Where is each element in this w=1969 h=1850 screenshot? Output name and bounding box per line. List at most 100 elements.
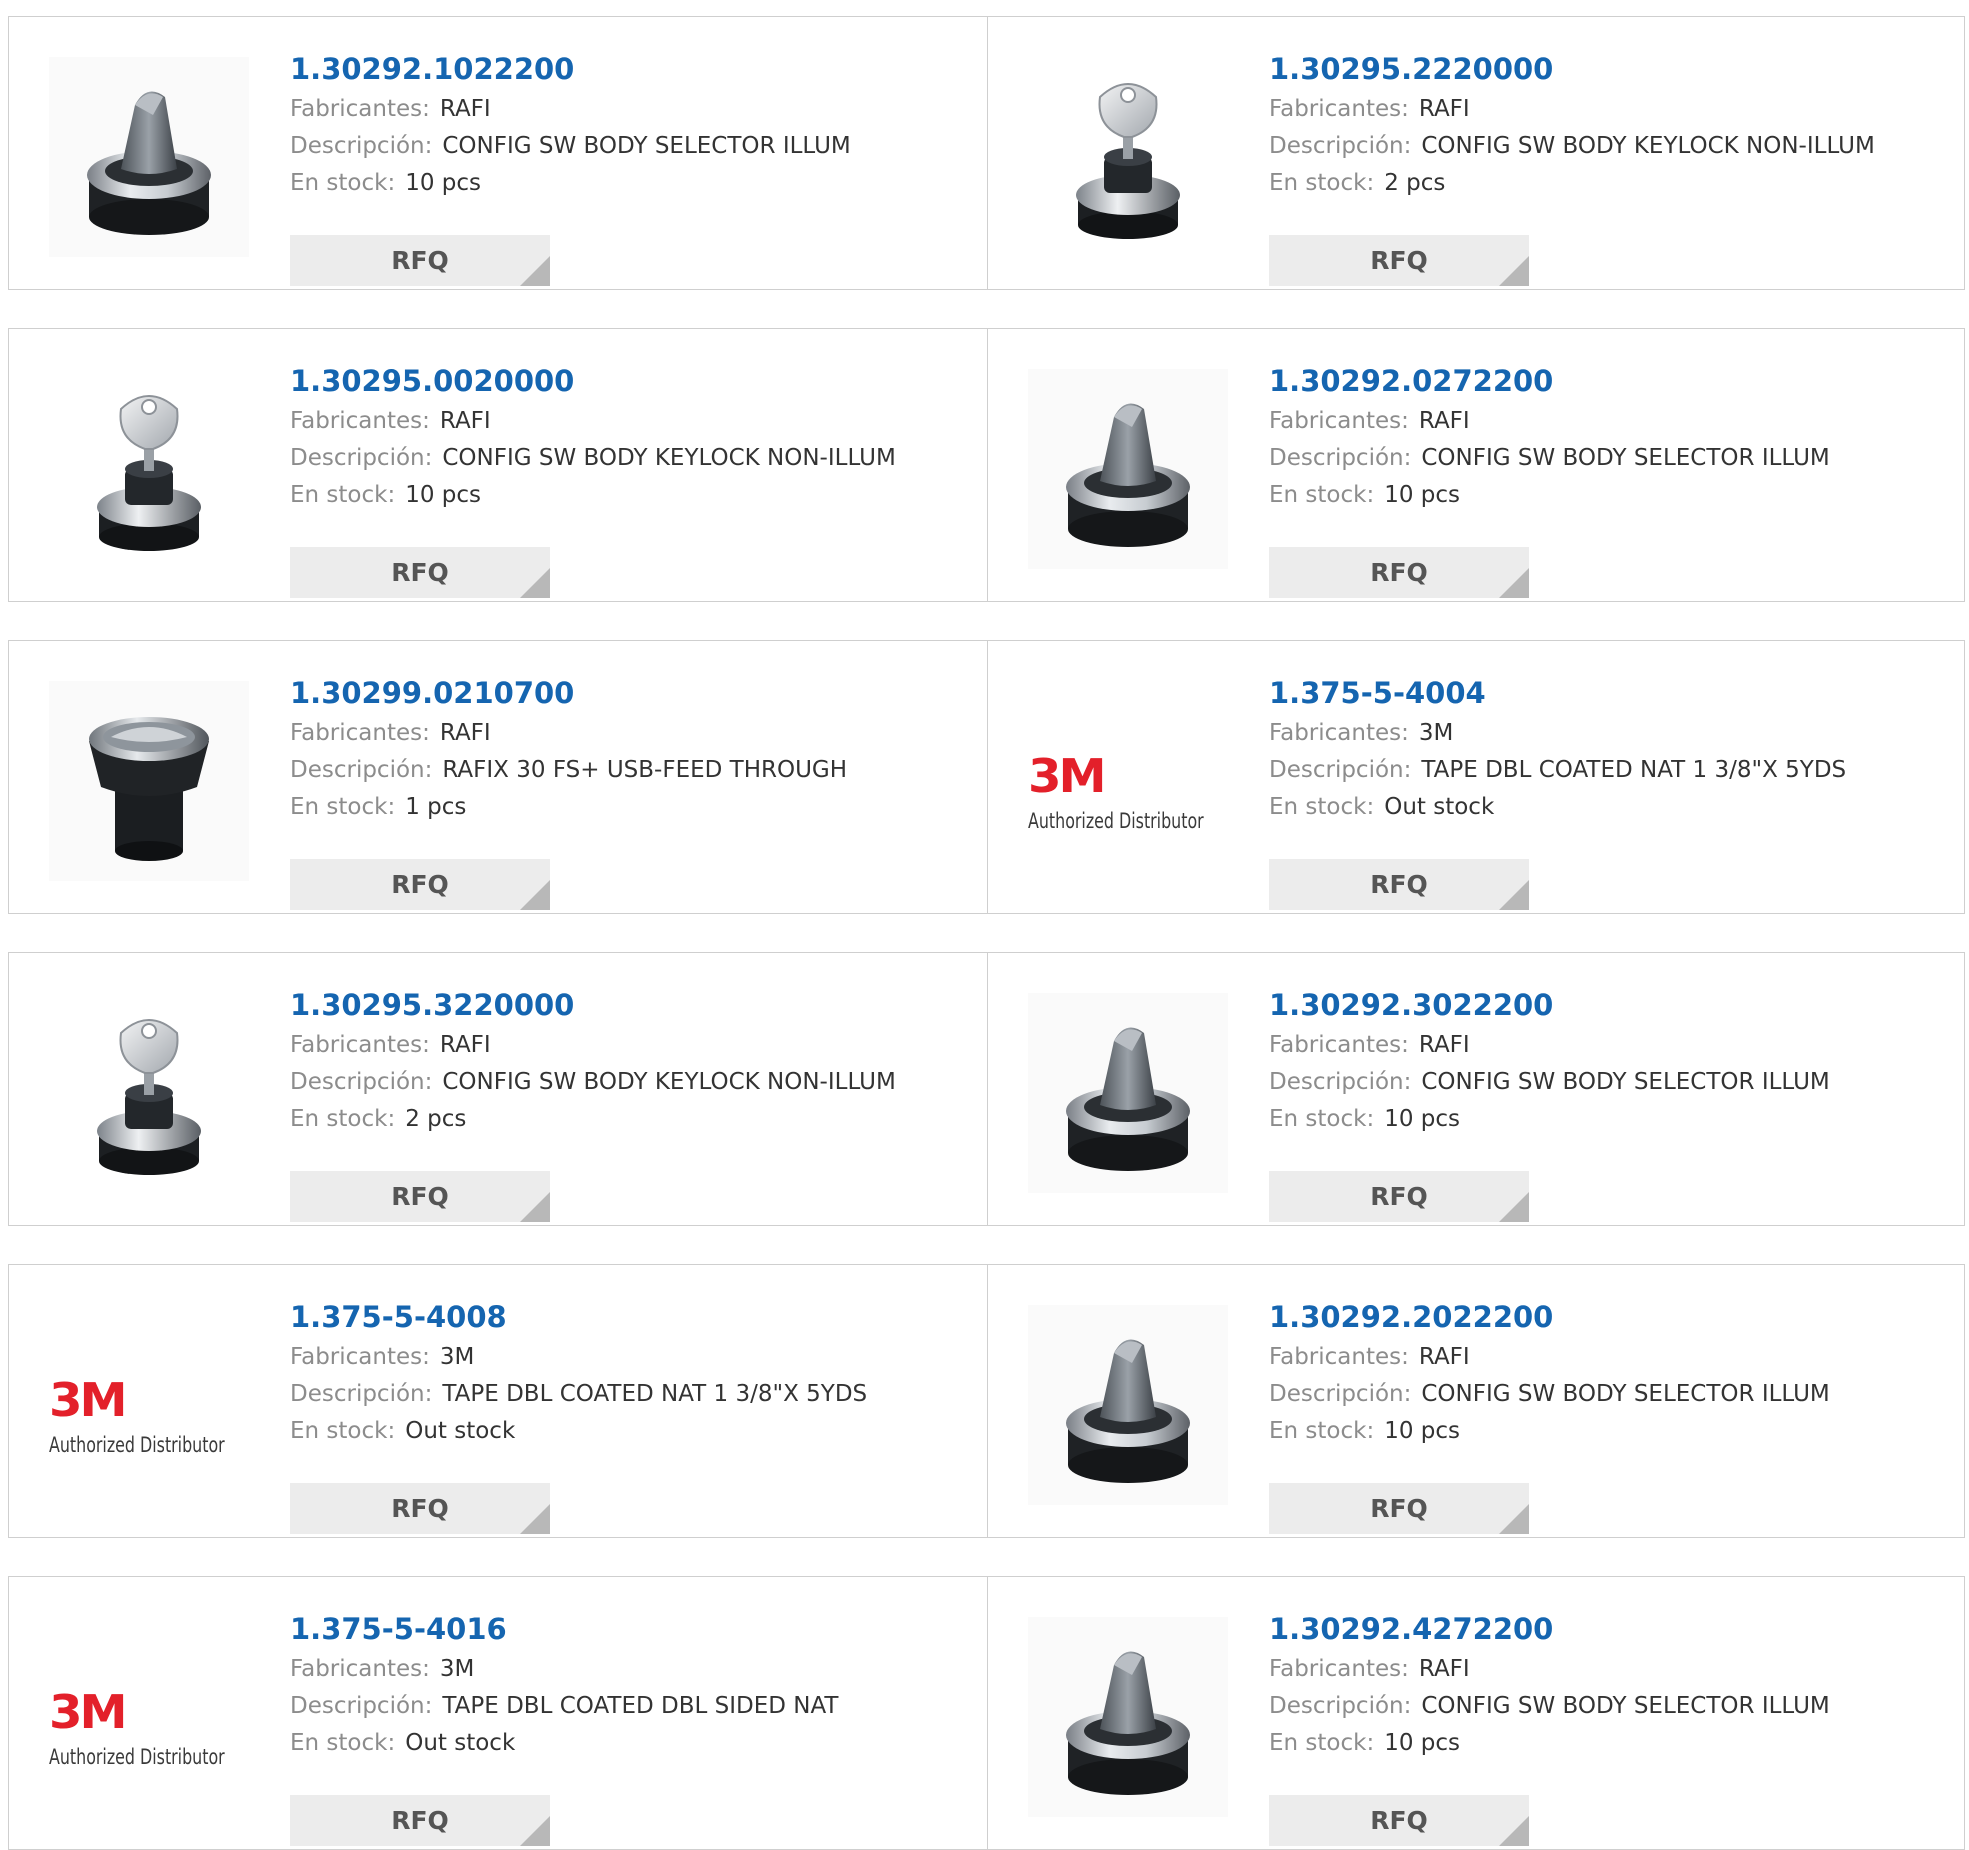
rfq-corner-icon	[1499, 880, 1529, 910]
manufacturer-label: Fabricantes:	[290, 96, 430, 122]
description-line: Descripción: TAPE DBL COATED NAT 1 3/8"X …	[290, 1376, 970, 1413]
stock-value: 1 pcs	[405, 794, 467, 820]
stock-value: 2 pcs	[405, 1106, 467, 1132]
rfq-button[interactable]: RFQ	[1269, 1795, 1529, 1846]
keylock-switch-image[interactable]	[49, 369, 249, 569]
description-value: CONFIG SW BODY SELECTOR ILLUM	[1421, 1693, 1830, 1719]
stock-line: En stock: 10 pcs	[1269, 1101, 1949, 1138]
product-info: 1.30292.1022200 Fabricantes: RAFI Descrip…	[290, 47, 970, 286]
rfq-button[interactable]: RFQ	[290, 1483, 550, 1534]
stock-line: En stock: 2 pcs	[1269, 165, 1949, 202]
rfq-button[interactable]: RFQ	[1269, 1483, 1529, 1534]
part-number-link[interactable]: 1.30295.3220000	[290, 983, 970, 1027]
selector-switch-image[interactable]	[1028, 1305, 1228, 1505]
stock-line: En stock: 2 pcs	[290, 1101, 970, 1138]
description-value: TAPE DBL COATED DBL SIDED NAT	[442, 1693, 839, 1719]
manufacturer-line: Fabricantes: RAFI	[1269, 403, 1949, 440]
manufacturer-label: Fabricantes:	[290, 1032, 430, 1058]
description-line: Descripción: RAFIX 30 FS+ USB-FEED THROUG…	[290, 752, 970, 789]
stock-line: En stock: Out stock	[1269, 789, 1949, 826]
manufacturer-label: Fabricantes:	[290, 720, 430, 746]
3m-authorized-distributor-logo[interactable]: 3M Authorized Distributor	[49, 1305, 249, 1505]
part-number-link[interactable]: 1.30292.2022200	[1269, 1295, 1949, 1339]
usb-feedthrough-image[interactable]	[49, 681, 249, 881]
description-line: Descripción: TAPE DBL COATED DBL SIDED NA…	[290, 1688, 970, 1725]
description-value: CONFIG SW BODY SELECTOR ILLUM	[1421, 445, 1830, 471]
rfq-button[interactable]: RFQ	[290, 859, 550, 910]
keylock-switch-image-graphic	[1028, 57, 1228, 257]
keylock-switch-image[interactable]	[1028, 57, 1228, 257]
product-info: 1.30295.2220000 Fabricantes: RAFI Descrip…	[1269, 47, 1949, 286]
part-number-link[interactable]: 1.30295.2220000	[1269, 47, 1949, 91]
3m-logo-tagline: Authorized Distributor	[1028, 809, 1204, 833]
stock-value: 10 pcs	[1384, 1730, 1461, 1756]
stock-line: En stock: Out stock	[290, 1725, 970, 1762]
stock-value: 10 pcs	[1384, 482, 1461, 508]
manufacturer-value: 3M	[439, 1344, 475, 1370]
part-number-link[interactable]: 1.375-5-4008	[290, 1295, 970, 1339]
rfq-button[interactable]: RFQ	[1269, 235, 1529, 286]
product-info: 1.30292.4272200 Fabricantes: RAFI Descrip…	[1269, 1607, 1949, 1846]
part-number-link[interactable]: 1.30292.3022200	[1269, 983, 1949, 1027]
selector-switch-image-graphic	[1028, 1305, 1228, 1505]
part-number-link[interactable]: 1.375-5-4016	[290, 1607, 970, 1651]
product-info: 1.30292.0272200 Fabricantes: RAFI Descrip…	[1269, 359, 1949, 598]
description-value: CONFIG SW BODY KEYLOCK NON-ILLUM	[442, 445, 896, 471]
product-info: 1.30295.3220000 Fabricantes: RAFI Descrip…	[290, 983, 970, 1222]
stock-label: En stock:	[1269, 482, 1375, 508]
rfq-corner-icon	[520, 568, 550, 598]
part-number-link[interactable]: 1.30292.4272200	[1269, 1607, 1949, 1651]
selector-switch-image-graphic	[1028, 1617, 1228, 1817]
product-info: 1.375-5-4008 Fabricantes: 3M Descripción:…	[290, 1295, 970, 1534]
manufacturer-value: RAFI	[439, 96, 491, 122]
stock-value: Out stock	[1384, 794, 1495, 820]
manufacturer-line: Fabricantes: 3M	[1269, 715, 1949, 752]
description-value: CONFIG SW BODY KEYLOCK NON-ILLUM	[442, 1069, 896, 1095]
3m-authorized-distributor-logo[interactable]: 3M Authorized Distributor	[49, 1617, 249, 1817]
stock-label: En stock:	[1269, 1730, 1375, 1756]
stock-line: En stock: 10 pcs	[1269, 477, 1949, 514]
selector-switch-image[interactable]	[1028, 1617, 1228, 1817]
stock-label: En stock:	[290, 1106, 396, 1132]
manufacturer-line: Fabricantes: RAFI	[1269, 1651, 1949, 1688]
selector-switch-image-graphic	[1028, 369, 1228, 569]
manufacturer-label: Fabricantes:	[290, 1344, 430, 1370]
rfq-button[interactable]: RFQ	[290, 1795, 550, 1846]
description-line: Descripción: CONFIG SW BODY SELECTOR ILLU…	[1269, 1064, 1949, 1101]
rfq-button[interactable]: RFQ	[290, 1171, 550, 1222]
selector-switch-image[interactable]	[1028, 369, 1228, 569]
rfq-button[interactable]: RFQ	[1269, 547, 1529, 598]
description-label: Descripción:	[1269, 1069, 1412, 1095]
rfq-corner-icon	[1499, 1816, 1529, 1846]
selector-switch-image[interactable]	[49, 57, 249, 257]
part-number-link[interactable]: 1.30292.0272200	[1269, 359, 1949, 403]
description-line: Descripción: CONFIG SW BODY KEYLOCK NON-I…	[1269, 128, 1949, 165]
rfq-button[interactable]: RFQ	[1269, 1171, 1529, 1222]
rfq-button-label: RFQ	[391, 246, 449, 275]
stock-line: En stock: Out stock	[290, 1413, 970, 1450]
part-number-link[interactable]: 1.375-5-4004	[1269, 671, 1949, 715]
product-card: 1.30295.0020000 Fabricantes: RAFI Descrip…	[9, 329, 987, 601]
manufacturer-line: Fabricantes: 3M	[290, 1651, 970, 1688]
part-number-link[interactable]: 1.30295.0020000	[290, 359, 970, 403]
selector-switch-image[interactable]	[1028, 993, 1228, 1193]
3m-authorized-distributor-logo[interactable]: 3M Authorized Distributor	[1028, 681, 1228, 881]
manufacturer-line: Fabricantes: RAFI	[290, 715, 970, 752]
manufacturer-value: RAFI	[1418, 1344, 1470, 1370]
part-number-link[interactable]: 1.30292.1022200	[290, 47, 970, 91]
rfq-button[interactable]: RFQ	[290, 547, 550, 598]
stock-line: En stock: 10 pcs	[1269, 1725, 1949, 1762]
product-card: 1.30292.1022200 Fabricantes: RAFI Descrip…	[9, 17, 987, 289]
description-line: Descripción: CONFIG SW BODY SELECTOR ILLU…	[1269, 1688, 1949, 1725]
product-card: 1.30292.2022200 Fabricantes: RAFI Descrip…	[987, 1265, 1966, 1537]
selector-switch-image-graphic	[49, 57, 249, 257]
manufacturer-label: Fabricantes:	[1269, 1656, 1409, 1682]
part-number-link[interactable]: 1.30299.0210700	[290, 671, 970, 715]
rfq-button-label: RFQ	[391, 1182, 449, 1211]
rfq-corner-icon	[520, 1192, 550, 1222]
keylock-switch-image[interactable]	[49, 993, 249, 1193]
rfq-button[interactable]: RFQ	[290, 235, 550, 286]
rfq-button[interactable]: RFQ	[1269, 859, 1529, 910]
description-label: Descripción:	[1269, 1693, 1412, 1719]
description-value: CONFIG SW BODY KEYLOCK NON-ILLUM	[1421, 133, 1875, 159]
